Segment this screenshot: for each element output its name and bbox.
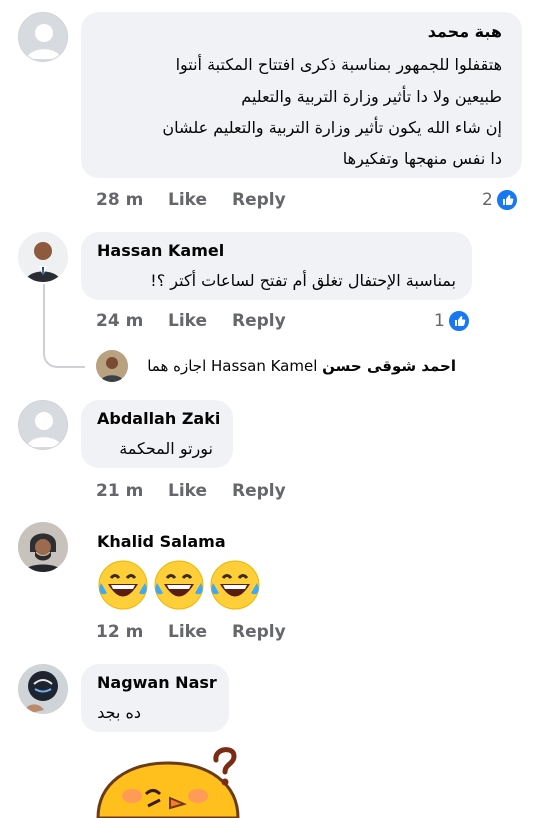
avatar-khalid-salama[interactable] [18, 522, 68, 572]
like-button[interactable]: Like [168, 311, 207, 331]
comment-text: بمناسبة الإحتفال تغلق أم تفتح لساعات أكت… [150, 271, 456, 290]
comment-author[interactable]: Nagwan Nasr [97, 673, 217, 692]
laughing-tears-emoji [154, 560, 204, 610]
comment-author[interactable]: Hassan Kamel [97, 241, 224, 260]
reply-button[interactable]: Reply [232, 190, 286, 210]
comment-time[interactable]: 24 m [96, 311, 143, 331]
like-thumb-icon [494, 188, 519, 212]
comment-time[interactable]: 28 m [96, 190, 143, 210]
reply-preview[interactable]: احمد شوقى حسن Hassan Kamel اجازه هما [147, 357, 456, 375]
reply-avatar[interactable] [96, 350, 128, 382]
like-button[interactable]: Like [168, 622, 207, 642]
like-button[interactable]: Like [168, 481, 207, 501]
comment-author[interactable]: Khalid Salama [97, 532, 226, 551]
like-button[interactable]: Like [168, 190, 207, 210]
comment-text: نورتو المحكمة [119, 439, 213, 458]
comment-author[interactable]: Abdallah Zaki [97, 409, 220, 428]
person-photo-icon [18, 522, 68, 572]
reply-button[interactable]: Reply [232, 481, 286, 501]
like-thumb-icon [446, 309, 471, 333]
avatar-nagwan-nasr[interactable] [18, 664, 68, 714]
comment-line: طبيعين ولا دا تأثير وزارة التربية والتعل… [241, 87, 502, 106]
reply-button[interactable]: Reply [232, 622, 286, 642]
comment-text: ده بجد [97, 703, 141, 722]
profile-badge-icon [18, 664, 68, 714]
comment-line: دا نفس منهجها وتفكيرها [342, 149, 502, 168]
avatar-default[interactable] [18, 400, 68, 450]
reply-button[interactable]: Reply [232, 311, 286, 331]
comment-line: هتقفلوا للجمهور بمناسبة ذكرى افتتاح المك… [175, 55, 502, 74]
laughing-tears-emoji [210, 560, 260, 610]
comment-bubble-1: هبة محمد هتقفلوا للجمهور بمناسبة ذكرى اف… [81, 12, 522, 178]
comment-line: إن شاء الله يكون تأثير وزارة التربية وال… [162, 118, 502, 137]
reply-text: اجازه هما [147, 357, 207, 375]
reaction-count: 1 [434, 311, 445, 331]
thread-line [43, 284, 45, 344]
person-photo-icon [18, 232, 68, 282]
default-avatar-icon [27, 412, 61, 447]
avatar-default[interactable] [18, 12, 68, 62]
sticker-confused-chick[interactable] [88, 738, 258, 818]
comment-bubble-5: Nagwan Nasr ده بجد [81, 664, 229, 732]
reaction-count: 2 [482, 190, 493, 210]
emoji-row [97, 559, 261, 611]
comment-bubble-3: Abdallah Zaki نورتو المحكمة [81, 400, 233, 468]
comment-time[interactable]: 21 m [96, 481, 143, 501]
laughing-tears-emoji [98, 560, 148, 610]
person-photo-icon [96, 350, 128, 382]
comment-author[interactable]: هبة محمد [428, 22, 502, 41]
avatar-hassan-kamel[interactable] [18, 232, 68, 282]
comment-time[interactable]: 12 m [96, 622, 143, 642]
reply-mention[interactable]: Hassan Kamel [211, 357, 317, 375]
default-avatar-icon [27, 24, 61, 59]
thread-connector [43, 342, 85, 368]
reply-author[interactable]: احمد شوقى حسن [322, 357, 456, 375]
comment-bubble-2: Hassan Kamel بمناسبة الإحتفال تغلق أم تف… [81, 232, 472, 300]
reaction-summary[interactable]: 2 [482, 188, 519, 212]
reaction-summary[interactable]: 1 [434, 309, 471, 333]
